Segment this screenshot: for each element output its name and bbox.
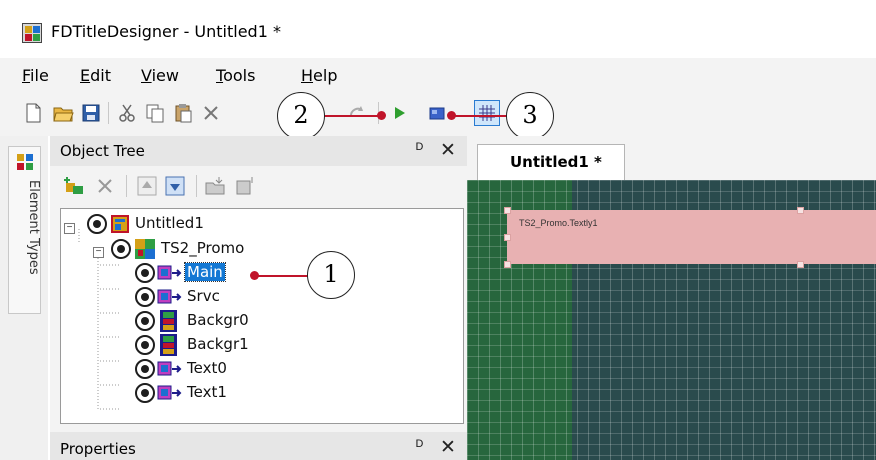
new-file-icon[interactable] <box>22 102 44 124</box>
tree-node-untitled1[interactable]: Untitled1 <box>87 212 287 236</box>
menu-edit[interactable]: Edit <box>80 66 111 85</box>
callout-2: 2 <box>277 92 325 140</box>
tree-node-text0[interactable]: Text0 <box>135 357 335 381</box>
callout-2-leader <box>324 115 382 117</box>
tree-node-main[interactable]: Main <box>135 261 335 285</box>
menu-bar: File Edit View Tools Help <box>0 58 876 92</box>
collapse-toggle[interactable]: − <box>93 247 104 258</box>
region-icon <box>157 361 182 376</box>
tree-node-text1[interactable]: Text1 <box>135 381 335 405</box>
callout-3: 3 <box>506 92 554 140</box>
callout-3-dot <box>447 111 456 120</box>
video-clip-icon <box>160 334 177 356</box>
resize-handle[interactable] <box>797 207 804 214</box>
resize-handle[interactable] <box>504 207 511 214</box>
resize-handle[interactable] <box>797 261 804 268</box>
open-folder-icon[interactable] <box>52 102 74 124</box>
callout-3-leader <box>452 115 512 117</box>
object-tree-toolbar <box>50 166 467 206</box>
visibility-eye-icon[interactable] <box>111 239 131 259</box>
play-icon[interactable] <box>388 102 410 124</box>
main-toolbar <box>0 92 876 136</box>
callout-2-dot <box>377 111 386 120</box>
tree-label: Srvc <box>187 287 220 305</box>
tree-node-srvc[interactable]: Srvc <box>135 285 335 309</box>
pin-icon[interactable]: ᴰ <box>416 141 423 159</box>
visibility-eye-icon[interactable] <box>87 214 107 234</box>
collapse-toggle[interactable]: − <box>64 223 75 234</box>
remove-object-icon[interactable] <box>94 175 116 197</box>
title-set-icon <box>135 239 155 259</box>
app-icon <box>22 23 42 43</box>
window-titlebar: FDTitleDesigner - Untitled1 * <box>0 0 876 58</box>
visibility-eye-icon[interactable] <box>135 359 155 379</box>
tree-label: Text0 <box>187 359 227 377</box>
menu-help[interactable]: Help <box>301 66 337 85</box>
object-tree-title: Object Tree <box>60 142 145 160</box>
menu-tools[interactable]: Tools <box>216 66 255 85</box>
preview-mode-icon[interactable] <box>427 102 449 124</box>
grid-toggle-icon[interactable] <box>474 100 500 126</box>
cut-icon[interactable] <box>116 102 138 124</box>
pin-icon[interactable]: ᴰ <box>416 438 423 456</box>
resize-handle[interactable] <box>504 234 511 241</box>
tree-label: TS2_Promo <box>161 239 245 257</box>
visibility-eye-icon[interactable] <box>135 311 155 331</box>
redo-icon[interactable] <box>346 102 368 124</box>
document-tab-label: Untitled1 * <box>510 153 602 171</box>
properties-title: Properties <box>60 440 136 458</box>
region-icon <box>157 265 182 280</box>
close-icon[interactable]: ✕ <box>440 139 456 162</box>
object-tree-header: Object Tree ᴰ ✕ <box>50 136 467 166</box>
region-icon <box>157 385 182 400</box>
copy-icon[interactable] <box>144 102 166 124</box>
object-tree: − Untitled1 − TS2_Promo Main Srvc Backgr… <box>60 208 464 424</box>
element-types-tab[interactable]: Element Types <box>8 146 41 314</box>
title-region[interactable]: TS2_Promo.Textly1 <box>507 210 876 264</box>
editor-area: Untitled1 * TS2_Promo.Textly1 <box>467 136 876 460</box>
paste-icon[interactable] <box>172 102 194 124</box>
properties-header: Properties ᴰ ✕ <box>50 432 467 460</box>
menu-view[interactable]: View <box>141 66 179 85</box>
callout-1: 1 <box>307 251 355 299</box>
title-region-caption: TS2_Promo.Textly1 <box>519 218 598 228</box>
design-canvas[interactable]: TS2_Promo.Textly1 <box>467 180 876 460</box>
element-types-label: Element Types <box>26 180 41 275</box>
visibility-eye-icon[interactable] <box>135 287 155 307</box>
import-icon[interactable] <box>204 175 226 197</box>
region-icon <box>157 289 182 304</box>
export-icon[interactable] <box>234 175 256 197</box>
tree-label: Backgr0 <box>187 311 249 329</box>
tree-node-ts2-promo[interactable]: TS2_Promo <box>111 237 311 261</box>
tree-node-backgr1[interactable]: Backgr1 <box>135 333 335 357</box>
resize-handle[interactable] <box>504 261 511 268</box>
save-icon[interactable] <box>80 102 102 124</box>
element-types-icon <box>17 154 33 170</box>
move-up-icon[interactable] <box>136 175 158 197</box>
document-tab[interactable]: Untitled1 * <box>477 144 625 180</box>
tree-label: Text1 <box>187 383 227 401</box>
window-title: FDTitleDesigner - Untitled1 * <box>51 22 281 41</box>
video-clip-icon <box>160 310 177 332</box>
callout-1-leader <box>255 275 309 277</box>
menu-file[interactable]: File <box>22 66 49 85</box>
visibility-eye-icon[interactable] <box>135 263 155 283</box>
tree-label: Untitled1 <box>135 214 204 232</box>
tree-label-selected: Main <box>184 262 226 282</box>
visibility-eye-icon[interactable] <box>135 335 155 355</box>
add-object-icon[interactable] <box>64 175 86 197</box>
delete-icon[interactable] <box>200 102 222 124</box>
tree-label: Backgr1 <box>187 335 249 353</box>
visibility-eye-icon[interactable] <box>135 383 155 403</box>
project-icon <box>111 215 129 233</box>
close-icon[interactable]: ✕ <box>440 436 456 459</box>
move-down-icon[interactable] <box>164 175 186 197</box>
object-tree-panel: Object Tree ᴰ ✕ − Untitled1 − TS2_Promo … <box>50 136 467 460</box>
tree-node-backgr0[interactable]: Backgr0 <box>135 309 335 333</box>
